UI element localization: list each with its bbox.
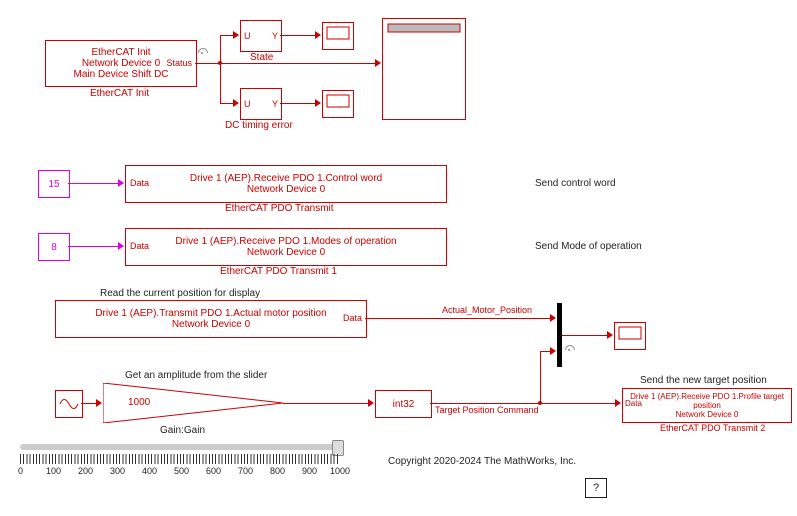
pdo-tx0-line2: Network Device 0 <box>247 184 325 195</box>
state-selector-block[interactable]: U Y <box>240 20 282 52</box>
pdo-rx-line1: Drive 1 (AEP).Transmit PDO 1.Actual moto… <box>95 308 326 319</box>
gain-value: 1000 <box>128 397 150 408</box>
gain-name: Gain:Gain <box>160 425 205 436</box>
help-button[interactable]: ? <box>585 478 607 498</box>
pdo-transmit-1[interactable]: Data Drive 1 (AEP).Receive PDO 1.Modes o… <box>125 228 447 266</box>
tick-300: 300 <box>110 466 125 476</box>
tick-600: 600 <box>206 466 221 476</box>
constant-8[interactable]: 8 <box>38 233 70 261</box>
dc-selector-out: Y <box>272 99 278 109</box>
pdo-tx0-annot: Send control word <box>535 178 616 189</box>
dc-selector-in: U <box>244 99 251 109</box>
constant-15[interactable]: 15 <box>38 170 70 198</box>
pdo-tx1-line1: Drive 1 (AEP).Receive PDO 1.Modes of ope… <box>175 236 396 247</box>
dtc-text: int32 <box>393 399 415 410</box>
pdo-tx1-annot: Send Mode of operation <box>535 241 642 252</box>
wifi-icon-2 <box>565 345 575 355</box>
sine-source[interactable] <box>55 390 83 418</box>
pdo-tx2-annot: Send the new target position <box>640 375 767 386</box>
ethercat-init-name: EtherCAT Init <box>90 88 149 99</box>
state-selector-label: State <box>250 52 273 63</box>
pdo-tx2-line1: Drive 1 (AEP).Receive PDO 1.Profile targ… <box>623 392 791 410</box>
data-type-conv[interactable]: int32 <box>375 390 432 418</box>
pdo-rx-port: Data <box>343 313 362 323</box>
dc-selector-label: DC timing error <box>225 120 293 131</box>
tick-500: 500 <box>174 466 189 476</box>
state-selector-out: Y <box>272 31 278 41</box>
ethercat-init-block[interactable]: EtherCAT Init Network Device 0 Status Ma… <box>45 40 197 87</box>
pdo-tx1-line2: Network Device 0 <box>247 247 325 258</box>
pdo-tx2-name: EtherCAT PDO Transmit 2 <box>660 423 765 433</box>
ethercat-init-line2: Network Device 0 <box>82 58 160 69</box>
pdo-rx-annot: Read the current position for display <box>100 288 260 299</box>
tick-700: 700 <box>238 466 253 476</box>
ethercat-init-line3: Main Device Shift DC <box>46 69 196 80</box>
state-scope[interactable] <box>322 22 354 50</box>
constant-8-value: 8 <box>51 242 57 253</box>
state-selector-in: U <box>244 31 251 41</box>
pdo-tx2-port: Data <box>625 399 642 408</box>
dc-selector-block[interactable]: U Y <box>240 88 282 120</box>
pdo-receive[interactable]: Data Drive 1 (AEP).Transmit PDO 1.Actual… <box>55 300 367 338</box>
copyright: Copyright 2020-2024 The MathWorks, Inc. <box>388 456 576 467</box>
gain-slider[interactable] <box>20 444 340 450</box>
tick-200: 200 <box>78 466 93 476</box>
pdo-tx2-line2: Network Device 0 <box>676 410 739 419</box>
pdo-tx0-port: Data <box>130 178 149 188</box>
tick-100: 100 <box>46 466 61 476</box>
pdo-tx0-line1: Drive 1 (AEP).Receive PDO 1.Control word <box>190 173 382 184</box>
tick-900: 900 <box>302 466 317 476</box>
tick-800: 800 <box>270 466 285 476</box>
big-scope[interactable] <box>382 18 466 120</box>
ethercat-init-port-status: Status <box>166 58 192 68</box>
pdo-tx0-name: EtherCAT PDO Transmit <box>225 203 334 214</box>
signal-target-position: Target Position Command <box>435 405 539 415</box>
dc-scope[interactable] <box>322 90 354 118</box>
constant-15-value: 15 <box>48 179 59 190</box>
help-icon: ? <box>593 482 599 494</box>
position-scope[interactable] <box>614 322 646 350</box>
tick-0: 0 <box>18 466 23 476</box>
tick-400: 400 <box>142 466 157 476</box>
tick-1000: 1000 <box>330 466 350 476</box>
wifi-icon <box>198 48 208 58</box>
gain-annot: Get an amplitude from the slider <box>125 370 267 381</box>
ethercat-init-line1: EtherCAT Init <box>46 47 196 58</box>
pdo-rx-line2: Network Device 0 <box>172 319 250 330</box>
gain-block[interactable]: 1000 <box>103 383 283 423</box>
pdo-transmit-0[interactable]: Data Drive 1 (AEP).Receive PDO 1.Control… <box>125 165 447 203</box>
pdo-tx1-name: EtherCAT PDO Transmit 1 <box>220 266 337 277</box>
slider-ticks <box>20 454 340 464</box>
signal-actual-position: Actual_Motor_Position <box>442 305 532 315</box>
pdo-tx1-port: Data <box>130 241 149 251</box>
pdo-transmit-2[interactable]: Data Drive 1 (AEP).Receive PDO 1.Profile… <box>622 388 792 423</box>
